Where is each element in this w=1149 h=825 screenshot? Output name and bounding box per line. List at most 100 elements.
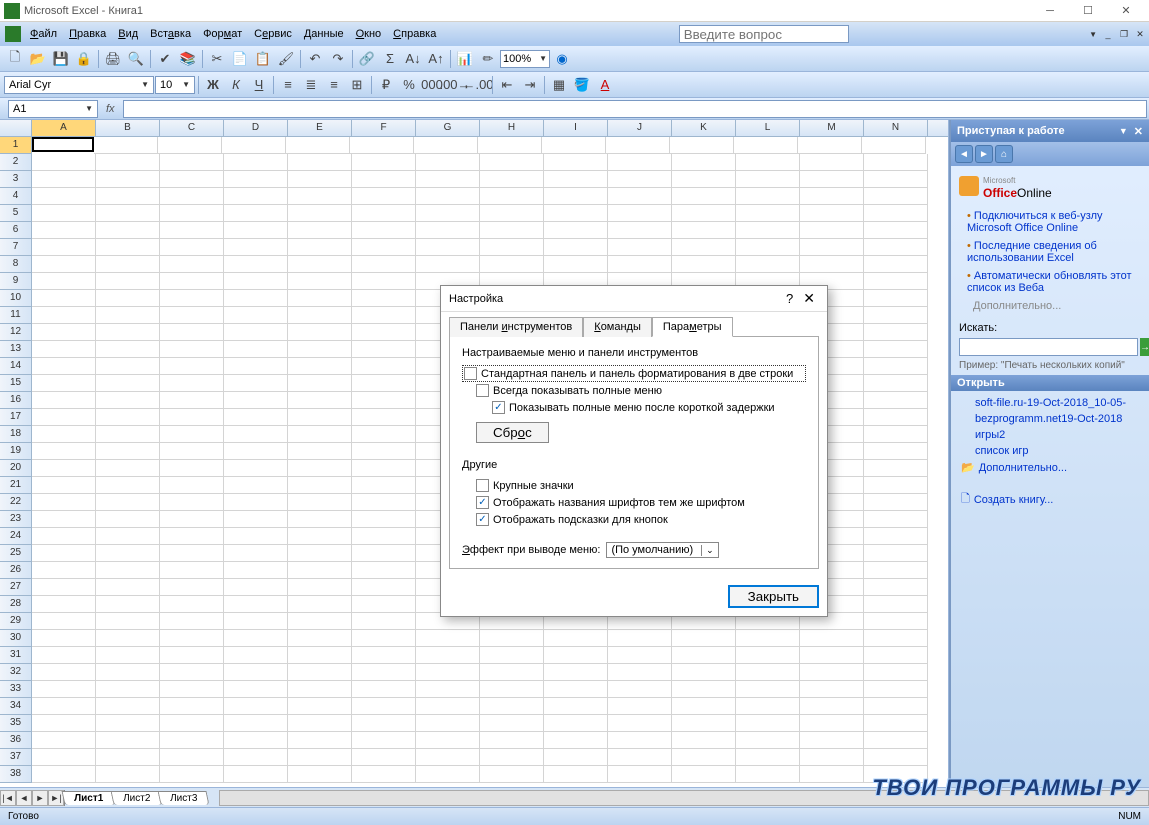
cell[interactable] — [544, 664, 608, 681]
column-header[interactable]: M — [800, 120, 864, 136]
recent-file-1[interactable]: bezprogramm.net19-Oct-2018 — [959, 411, 1141, 427]
cell[interactable] — [864, 749, 928, 766]
cell[interactable] — [224, 171, 288, 188]
spelling-icon[interactable]: ✔ — [154, 48, 176, 70]
column-header[interactable]: E — [288, 120, 352, 136]
cell[interactable] — [288, 273, 352, 290]
menu-data[interactable]: Данные — [298, 26, 350, 42]
cell[interactable] — [480, 222, 544, 239]
cell[interactable] — [864, 341, 928, 358]
research-icon[interactable]: 📚 — [177, 48, 199, 70]
cell[interactable] — [32, 562, 96, 579]
cell[interactable] — [736, 749, 800, 766]
cell[interactable] — [288, 715, 352, 732]
recent-file-3[interactable]: список игр — [959, 443, 1141, 459]
cell[interactable] — [96, 664, 160, 681]
cell[interactable] — [224, 545, 288, 562]
cell[interactable] — [480, 664, 544, 681]
cell[interactable] — [224, 647, 288, 664]
cell[interactable] — [352, 528, 416, 545]
new-icon[interactable]: 🗋 — [4, 48, 26, 70]
cell[interactable] — [160, 205, 224, 222]
currency-icon[interactable]: ₽ — [375, 74, 397, 96]
cell[interactable] — [608, 749, 672, 766]
italic-icon[interactable]: К — [225, 74, 247, 96]
cell[interactable] — [160, 392, 224, 409]
cell[interactable] — [478, 137, 542, 154]
cell[interactable] — [160, 239, 224, 256]
row-header[interactable]: 5 — [0, 205, 32, 222]
cell[interactable] — [416, 698, 480, 715]
cell[interactable] — [352, 732, 416, 749]
cell[interactable] — [352, 647, 416, 664]
row-header[interactable]: 24 — [0, 528, 32, 545]
row-header[interactable]: 18 — [0, 426, 32, 443]
column-header[interactable]: N — [864, 120, 928, 136]
cell[interactable] — [96, 358, 160, 375]
cell[interactable] — [608, 732, 672, 749]
column-header[interactable]: B — [96, 120, 160, 136]
cell[interactable] — [160, 698, 224, 715]
cell[interactable] — [160, 358, 224, 375]
cell[interactable] — [224, 426, 288, 443]
cell[interactable] — [160, 681, 224, 698]
cell[interactable] — [160, 443, 224, 460]
cell[interactable] — [160, 188, 224, 205]
row-header[interactable]: 7 — [0, 239, 32, 256]
row-header[interactable]: 34 — [0, 698, 32, 715]
cell[interactable] — [352, 766, 416, 783]
cell[interactable] — [160, 494, 224, 511]
cell[interactable] — [96, 307, 160, 324]
cell[interactable] — [160, 154, 224, 171]
cell[interactable] — [352, 613, 416, 630]
cell[interactable] — [224, 698, 288, 715]
cell[interactable] — [352, 307, 416, 324]
decrease-decimal-icon[interactable]: ←.00 — [467, 74, 489, 96]
cell[interactable] — [288, 307, 352, 324]
cell[interactable] — [288, 392, 352, 409]
cell[interactable] — [864, 613, 928, 630]
cell[interactable] — [160, 256, 224, 273]
cell[interactable] — [800, 171, 864, 188]
sheet-tab-1[interactable]: Лист1 — [62, 791, 116, 805]
cell[interactable] — [352, 630, 416, 647]
row-header[interactable]: 13 — [0, 341, 32, 358]
cell[interactable] — [160, 562, 224, 579]
cell[interactable] — [480, 647, 544, 664]
cell[interactable] — [352, 494, 416, 511]
cell[interactable] — [480, 749, 544, 766]
font-combo[interactable]: Arial Cyr▼ — [4, 76, 154, 94]
cell[interactable] — [96, 562, 160, 579]
cell[interactable] — [736, 205, 800, 222]
cell[interactable] — [224, 562, 288, 579]
cell[interactable] — [32, 358, 96, 375]
save-icon[interactable]: 💾 — [50, 48, 72, 70]
cell[interactable] — [352, 188, 416, 205]
cell[interactable] — [288, 324, 352, 341]
cell[interactable] — [544, 222, 608, 239]
cell[interactable] — [288, 545, 352, 562]
cell[interactable] — [224, 443, 288, 460]
cell[interactable] — [224, 375, 288, 392]
name-box[interactable]: A1▼ — [8, 100, 98, 118]
cell[interactable] — [352, 290, 416, 307]
row-header[interactable]: 15 — [0, 375, 32, 392]
link-connect-online[interactable]: Подключиться к веб-узлу Microsoft Office… — [967, 210, 1103, 234]
row-header[interactable]: 11 — [0, 307, 32, 324]
fill-color-icon[interactable]: 🪣 — [571, 74, 593, 96]
cell[interactable] — [32, 732, 96, 749]
maximize-button[interactable]: ☐ — [1069, 1, 1107, 21]
cell[interactable] — [672, 239, 736, 256]
cell[interactable] — [352, 681, 416, 698]
cell[interactable] — [480, 698, 544, 715]
row-header[interactable]: 30 — [0, 630, 32, 647]
cell[interactable] — [480, 715, 544, 732]
row-header[interactable]: 32 — [0, 664, 32, 681]
dialog-help-icon[interactable]: ? — [780, 291, 799, 306]
cell[interactable] — [224, 766, 288, 783]
taskpane-close-icon[interactable]: ✕ — [1134, 125, 1143, 138]
row-header[interactable]: 2 — [0, 154, 32, 171]
cell[interactable] — [96, 171, 160, 188]
cell[interactable] — [224, 494, 288, 511]
cell[interactable] — [864, 171, 928, 188]
